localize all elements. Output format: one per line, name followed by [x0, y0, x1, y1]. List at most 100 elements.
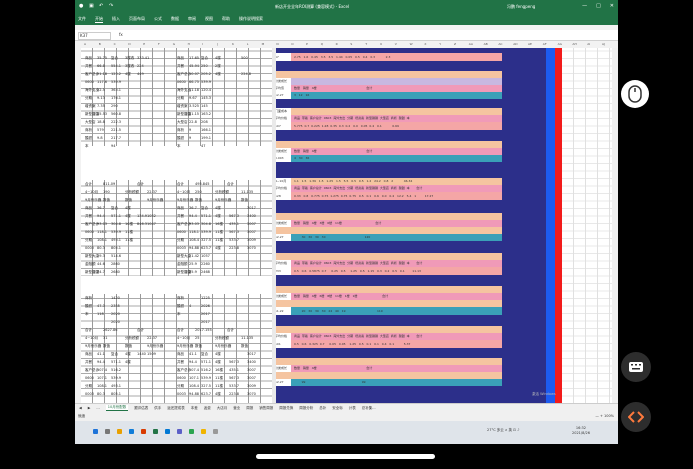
column-header[interactable]: V [395, 42, 397, 46]
sheet-tab[interactable]: ... [96, 406, 99, 410]
edge-icon[interactable] [129, 429, 134, 434]
word-icon[interactable] [165, 429, 170, 434]
column-header[interactable]: P [306, 42, 308, 46]
column-header[interactable]: AJ [602, 42, 605, 46]
column-header[interactable]: Y [439, 42, 441, 46]
close-button[interactable]: ✕ [610, 3, 614, 9]
sheet-tab[interactable]: 销售周报 [259, 406, 273, 411]
column-header[interactable]: G [173, 42, 175, 46]
prev-sheet-icon[interactable]: ◀ [79, 406, 82, 410]
ribbon-tab[interactable]: 操作说明搜索 [239, 16, 263, 22]
sheet-tab[interactable]: 跟评估表 [134, 406, 148, 411]
sheet-tab[interactable]: 大店月 [217, 406, 228, 411]
redo-icon[interactable]: ↷ [109, 4, 114, 9]
sheet-tab[interactable]: 总补 [319, 406, 326, 411]
column-header[interactable]: AH [572, 42, 576, 46]
ribbon-tab[interactable]: 帮助 [222, 16, 230, 22]
sheet-tab[interactable]: 10月份配数 [105, 405, 129, 411]
column-header[interactable]: AD [513, 42, 517, 46]
column-header[interactable]: B [99, 42, 101, 46]
column-header[interactable]: R [336, 42, 338, 46]
system-tray[interactable]: 27°C 多云 ∧ 英 ⊡ ♪ [487, 428, 519, 433]
next-sheet-icon[interactable]: ▶ [88, 406, 91, 410]
empty-columns[interactable] [562, 48, 618, 403]
sheet-tab[interactable]: 安全标 [332, 406, 343, 411]
keyboard-button[interactable] [621, 352, 651, 382]
ribbon-tab[interactable]: 数据 [171, 16, 179, 22]
column-header[interactable]: T [365, 42, 367, 46]
sheet-tab[interactable]: 周报 [246, 406, 253, 411]
ribbon-tab[interactable]: 视图 [205, 16, 213, 22]
folder-icon[interactable] [201, 429, 206, 434]
row-label: 67 [276, 53, 291, 61]
name-box[interactable]: K37 [78, 32, 111, 40]
column-header[interactable]: AB [484, 42, 488, 46]
start-icon[interactable] [93, 429, 98, 434]
ribbon-tab[interactable]: 开始 [95, 16, 103, 23]
cell-text: 2017.155 [195, 328, 212, 332]
app-icon[interactable] [141, 429, 146, 434]
maximize-button[interactable]: □ [596, 3, 601, 9]
column-header[interactable]: W [410, 42, 413, 46]
column-header[interactable]: AC [498, 42, 502, 46]
column-header[interactable]: K [232, 42, 234, 46]
ribbon-tab[interactable]: 文件 [78, 16, 86, 22]
settings-icon[interactable] [213, 429, 218, 434]
column-header[interactable]: AF [543, 42, 547, 46]
ribbon-tab[interactable]: 插入 [112, 16, 120, 22]
ribbon-tab[interactable]: 页面布局 [129, 16, 145, 22]
mouse-button[interactable] [621, 80, 649, 108]
column-header[interactable]: N [276, 42, 278, 46]
column-header[interactable]: U [380, 42, 382, 46]
column-header[interactable]: AE [528, 42, 532, 46]
column-header[interactable]: Q [321, 42, 323, 46]
save-icon[interactable]: ▣ [89, 4, 94, 9]
column-header[interactable]: Z [454, 42, 456, 46]
clock[interactable]: 16:32 2021/8/26 [572, 426, 590, 436]
sheet-tab[interactable]: 供手 [154, 406, 161, 411]
column-header[interactable]: L [247, 42, 249, 46]
sheet-tab[interactable]: 周报兑换 [279, 406, 293, 411]
sheet-tab[interactable]: 计表 [349, 406, 356, 411]
minimize-button[interactable]: — [582, 3, 587, 9]
search-icon[interactable] [105, 429, 110, 434]
cell-text: 商品 [85, 206, 92, 210]
explorer-icon[interactable] [117, 429, 122, 434]
column-header[interactable]: A [84, 42, 86, 46]
sheet-tab[interactable]: 本差 [191, 406, 198, 411]
column-header[interactable]: AA [469, 42, 473, 46]
sheet-tab[interactable]: 周报分析 [299, 406, 313, 411]
column-header[interactable]: J [217, 42, 218, 46]
column-header[interactable]: F [158, 42, 160, 46]
column-header[interactable]: E [143, 42, 145, 46]
sheet-tab[interactable]: 总补集... [362, 406, 376, 411]
undo-icon[interactable]: ↶ [99, 4, 104, 9]
fx-icon[interactable]: fx [119, 32, 123, 37]
right-colored-panel[interactable]: 672.75 1.6 0.45 3.5 3.5 1.44 0.05 0.5 0.… [276, 48, 502, 403]
column-header[interactable]: H [188, 42, 190, 46]
wechat-icon[interactable] [189, 429, 194, 434]
vertical-scrollbar[interactable] [612, 48, 618, 403]
ribbon-tab[interactable]: 公式 [154, 16, 162, 22]
sheet-tab[interactable]: 返费 [204, 406, 211, 411]
teams-icon[interactable] [177, 429, 182, 434]
code-button[interactable] [621, 402, 651, 432]
column-header[interactable]: AG [558, 42, 562, 46]
excel-icon[interactable] [153, 429, 158, 434]
column-header[interactable]: S [350, 42, 352, 46]
sheet-tab[interactable]: 返还提成表 [167, 406, 185, 411]
autosave-icon[interactable]: ● [79, 4, 84, 9]
column-header[interactable]: C [114, 42, 116, 46]
column-header[interactable]: M [262, 42, 265, 46]
column-header[interactable]: I [202, 42, 203, 46]
column-header[interactable]: X [424, 42, 426, 46]
home-indicator[interactable] [256, 454, 435, 459]
left-table[interactable]: 商品 35.75 复合 3楼改 333.41 商品 17.65 复合 4楼 500 共餐 66.8 55… [81, 48, 272, 403]
column-header[interactable]: AI [587, 42, 590, 46]
column-header[interactable]: D [128, 42, 130, 46]
sheet-tab[interactable]: 营业 [233, 406, 240, 411]
column-header[interactable]: O [291, 42, 293, 46]
zoom-control[interactable]: — + 100% [595, 414, 614, 418]
ribbon-tab[interactable]: 审阅 [188, 16, 196, 22]
user-name[interactable]: 冯鹏 fengpeng [507, 4, 535, 10]
